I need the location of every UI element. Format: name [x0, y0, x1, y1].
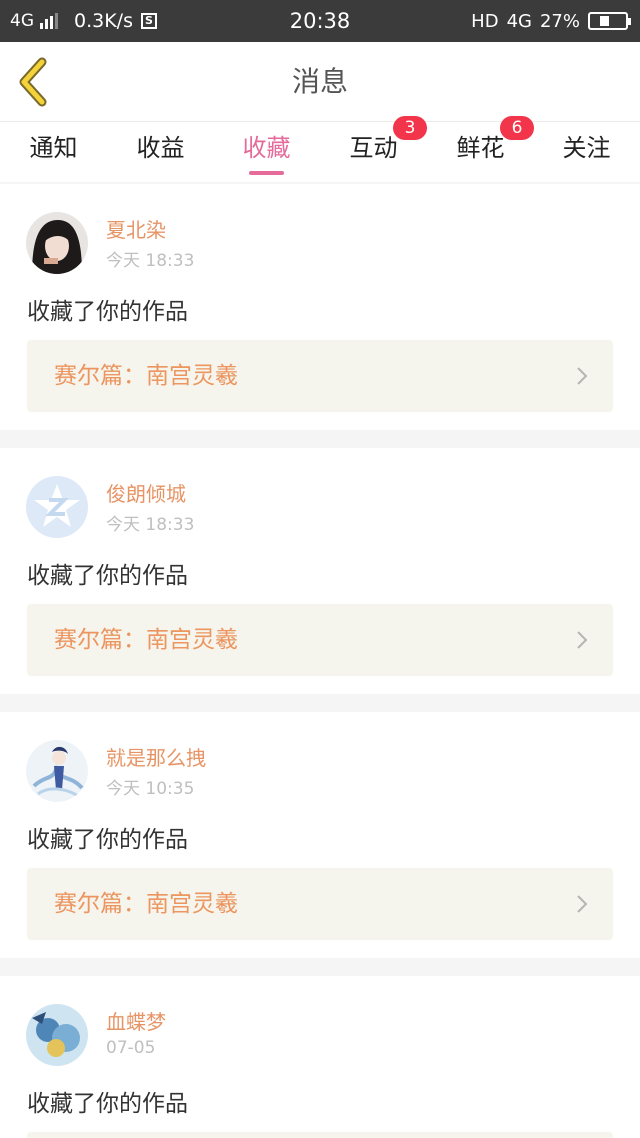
action-text: 收藏了你的作品 [27, 827, 188, 853]
username[interactable]: 俊朗倾城 [106, 478, 186, 507]
username[interactable]: 夏北染 [106, 214, 166, 243]
avatar[interactable] [26, 740, 88, 802]
tab-notice[interactable]: 通知 [0, 122, 107, 182]
header: 消息 [0, 42, 640, 122]
username[interactable]: 就是那么拽 [106, 742, 206, 771]
tab-badge: 6 [500, 116, 534, 140]
username[interactable]: 血蝶梦 [106, 1006, 166, 1035]
avatar[interactable] [26, 1004, 88, 1066]
work-link[interactable]: 赛尔篇：南宫灵羲 [27, 604, 613, 676]
chevron-right-icon [577, 631, 588, 649]
tab-earnings[interactable]: 收益 [107, 122, 214, 182]
message-card: 夏北染 今天 18:33 收藏了你的作品 赛尔篇：南宫灵羲 [0, 184, 640, 430]
chevron-right-icon [577, 367, 588, 385]
hd-indicator: HD [471, 10, 499, 32]
work-link[interactable]: 赛尔篇：南宫灵羲 [27, 340, 613, 412]
message-card: 俊朗倾城 今天 18:33 收藏了你的作品 赛尔篇：南宫灵羲 [0, 448, 640, 694]
timestamp: 今天 18:33 [106, 515, 195, 535]
battery-fill [600, 16, 609, 26]
message-card: 血蝶梦 07-05 收藏了你的作品 [0, 976, 640, 1138]
tab-label: 关注 [562, 134, 611, 162]
work-title: 赛尔篇：南宫灵羲 [54, 891, 238, 917]
work-link[interactable] [27, 1132, 613, 1138]
avatar[interactable] [26, 476, 88, 538]
work-title: 赛尔篇：南宫灵羲 [54, 363, 238, 389]
tab-flowers[interactable]: 鲜花 6 [427, 116, 534, 182]
default-avatar-icon [26, 476, 88, 538]
user-avatar-icon [26, 740, 88, 802]
chevron-right-icon [577, 895, 588, 913]
tab-bar: 通知 收益 收藏 互动 3 鲜花 6 关注 [0, 116, 640, 182]
work-link[interactable]: 赛尔篇：南宫灵羲 [27, 868, 613, 940]
status-bar: 4G 0.3K/s S 20:38 HD 4G 27% [0, 0, 640, 42]
tab-label: 鲜花 [456, 134, 505, 162]
tab-label: 收益 [136, 134, 185, 162]
user-avatar-icon [26, 212, 88, 274]
page-title: 消息 [291, 65, 348, 98]
battery-icon [588, 12, 631, 30]
action-text: 收藏了你的作品 [27, 1091, 188, 1117]
battery-percent: 27% [539, 10, 580, 32]
user-avatar-icon [26, 1004, 88, 1066]
tab-label: 互动 [349, 134, 398, 162]
tab-favorites[interactable]: 收藏 [213, 122, 320, 182]
avatar[interactable] [26, 212, 88, 274]
work-title: 赛尔篇：南宫灵羲 [54, 627, 238, 653]
timestamp: 07-05 [106, 1038, 156, 1058]
tab-interaction[interactable]: 互动 3 [320, 116, 427, 182]
network-type-2: 4G [506, 10, 532, 32]
tab-follow[interactable]: 关注 [533, 122, 640, 182]
message-card: 就是那么拽 今天 10:35 收藏了你的作品 赛尔篇：南宫灵羲 [0, 712, 640, 958]
tab-label: 收藏 [242, 134, 291, 162]
timestamp: 今天 10:35 [106, 779, 195, 799]
action-text: 收藏了你的作品 [27, 563, 188, 589]
timestamp: 今天 18:33 [106, 251, 195, 271]
status-right: HD 4G 27% [463, 0, 631, 42]
tab-badge: 3 [393, 116, 427, 140]
tab-label: 通知 [29, 134, 78, 162]
action-text: 收藏了你的作品 [27, 299, 188, 325]
